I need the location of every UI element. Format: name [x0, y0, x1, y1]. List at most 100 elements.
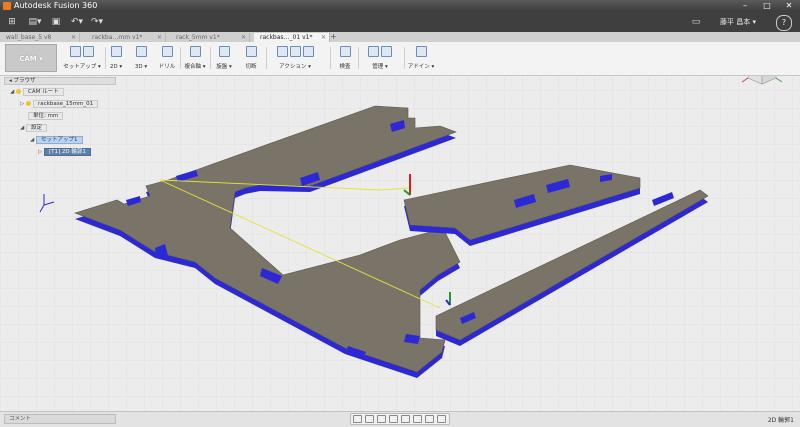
tree-node-label: CAM ルート — [23, 88, 64, 96]
browser-header[interactable]: ◂ ブラウザ — [4, 77, 116, 85]
orbit-icon[interactable] — [353, 415, 362, 423]
tab-label: rackba…mm v1* — [92, 34, 143, 41]
save-icon[interactable]: ▣ — [50, 16, 62, 28]
turning-group[interactable]: 旋盤 ▾ — [212, 44, 236, 73]
turning-label: 旋盤 ▾ — [216, 64, 232, 70]
visibility-bulb-icon[interactable] — [16, 89, 21, 94]
tree-cam-root[interactable]: ◢ CAM ルート — [10, 88, 64, 96]
3d-label: 3D ▾ — [134, 64, 148, 70]
2d-group[interactable]: 2D ▾ — [106, 44, 126, 73]
viewports-icon[interactable] — [437, 415, 446, 423]
close-tab-icon[interactable]: ✕ — [157, 33, 162, 42]
viewcube-icon[interactable] — [742, 76, 782, 90]
tree-node-label: rackbase_15mm_01 — [33, 100, 99, 108]
redo-icon[interactable]: ↷▾ — [90, 16, 104, 28]
3d-toolpath-icon — [135, 46, 147, 57]
inspect-group[interactable]: 検査 — [334, 44, 356, 73]
setup-group[interactable]: セットアップ ▾ — [62, 44, 102, 73]
addins-group[interactable]: アドイン ▾ — [406, 44, 436, 73]
cutting-label: 切断 — [245, 64, 257, 70]
tree-setup[interactable]: ◢ セットアップ1 — [30, 136, 83, 144]
toolbar-divider — [404, 47, 405, 69]
template-icon — [381, 46, 392, 57]
new-tab-icon[interactable]: + — [330, 32, 337, 41]
undo-icon[interactable]: ↶▾ — [70, 16, 84, 28]
status-bar: コメント 2D 輪郭1 — [0, 411, 800, 427]
navigation-bar — [350, 413, 450, 425]
setup-label: セットアップ ▾ — [63, 64, 101, 70]
close-tab-icon[interactable]: ✕ — [71, 33, 76, 42]
post-process-icon — [289, 46, 301, 57]
help-icon[interactable]: ? — [776, 15, 792, 31]
manage-group[interactable]: 管理 ▾ — [360, 44, 400, 73]
comments-panel[interactable]: コメント — [4, 414, 116, 424]
canvas-viewport[interactable] — [0, 76, 800, 411]
tab-rack-5mm[interactable]: rack_5mm v1* ✕ — [170, 33, 250, 42]
actions-label: アクション ▾ — [279, 64, 311, 70]
display-settings-icon[interactable] — [413, 415, 422, 423]
notification-icon[interactable]: ▭ — [690, 16, 702, 28]
tree-node-label: 設定 — [26, 124, 48, 132]
stock-icon — [83, 46, 94, 57]
grid-settings-icon[interactable] — [425, 415, 434, 423]
pan-icon[interactable] — [377, 415, 386, 423]
workspace-switcher[interactable]: CAM ▾ — [5, 44, 57, 72]
user-account-menu[interactable]: 藤平 昌本 ▾ — [720, 17, 756, 27]
visibility-bulb-icon[interactable] — [26, 101, 31, 106]
drill-group[interactable]: ドリル — [156, 44, 178, 73]
zoom-icon[interactable] — [389, 415, 398, 423]
setup-icon — [70, 46, 81, 57]
grid-apps-icon[interactable]: ⊞ — [6, 16, 18, 28]
setup-sheet-icon — [302, 46, 314, 57]
close-tab-icon[interactable]: ✕ — [321, 33, 326, 42]
simulate-icon — [276, 46, 288, 57]
window-title: Autodesk Fusion 360 — [14, 1, 98, 10]
tree-node-label: 単位: mm — [28, 112, 64, 120]
2d-label: 2D ▾ — [109, 64, 123, 70]
toolbar-divider — [180, 47, 181, 69]
addins-icon — [415, 46, 427, 57]
fusion-logo-icon — [3, 2, 11, 10]
look-at-icon[interactable] — [365, 415, 374, 423]
addins-label: アドイン ▾ — [407, 64, 435, 70]
model-canvas[interactable] — [0, 76, 800, 411]
drill-icon — [161, 46, 173, 57]
minimize-button[interactable]: – — [734, 0, 756, 12]
tree-node-label: セットアップ1 — [36, 136, 83, 144]
turning-icon — [218, 46, 230, 57]
file-menu-icon[interactable]: ▤▾ — [28, 16, 42, 28]
toolbar-divider — [358, 47, 359, 69]
comments-label: コメント — [9, 416, 32, 422]
selection-status: 2D 輪郭1 — [767, 417, 794, 424]
tab-wall-base[interactable]: wall_base_5 v8 ✕ — [0, 33, 80, 42]
actions-group[interactable]: アクション ▾ — [270, 44, 320, 73]
quick-access-bar: ⊞ ▤▾ ▣ ↶▾ ↷▾ ▭ 藤平 昌本 ▾ ? — [0, 12, 800, 32]
tab-label: wall_base_5 v8 — [6, 34, 52, 41]
toolbar-divider — [330, 47, 331, 69]
title-bar: Autodesk Fusion 360 – □ ✕ — [0, 0, 800, 12]
inspect-label: 検査 — [339, 64, 351, 70]
manage-label: 管理 ▾ — [372, 64, 388, 70]
multiaxis-group[interactable]: 複合軸 ▾ — [182, 44, 208, 73]
3d-group[interactable]: 3D ▾ — [131, 44, 151, 73]
multiaxis-label: 複合軸 ▾ — [184, 64, 206, 70]
tab-rackba-mm[interactable]: rackba…mm v1* ✕ — [86, 33, 166, 42]
drill-label: ドリル — [158, 64, 176, 70]
toolbar-divider — [210, 47, 211, 69]
multiaxis-icon — [189, 46, 201, 57]
tab-label: rackbas…_01 v1* — [260, 34, 313, 41]
cam-toolbar: CAM ▾ セットアップ ▾ 2D ▾ 3D ▾ ドリル 複合軸 ▾ 旋盤 ▾ … — [0, 42, 800, 76]
inspect-icon — [339, 46, 351, 57]
cutting-group[interactable]: 切断 — [240, 44, 262, 73]
tree-operation[interactable]: ▷ [T1] 2D 輪郭1 — [38, 148, 91, 156]
fit-icon[interactable] — [401, 415, 410, 423]
close-tab-icon[interactable]: ✕ — [241, 33, 246, 42]
tool-library-icon — [368, 46, 379, 57]
tree-units[interactable]: 単位: mm — [28, 112, 64, 120]
browser-title: ブラウザ — [13, 78, 36, 84]
tree-settings[interactable]: ◢ 設定 — [20, 124, 48, 132]
close-button[interactable]: ✕ — [778, 0, 800, 12]
maximize-button[interactable]: □ — [756, 0, 778, 12]
tab-rackbase-01[interactable]: rackbas…_01 v1* ✕ — [254, 33, 330, 42]
tree-model[interactable]: ▷ rackbase_15mm_01 — [20, 100, 99, 108]
